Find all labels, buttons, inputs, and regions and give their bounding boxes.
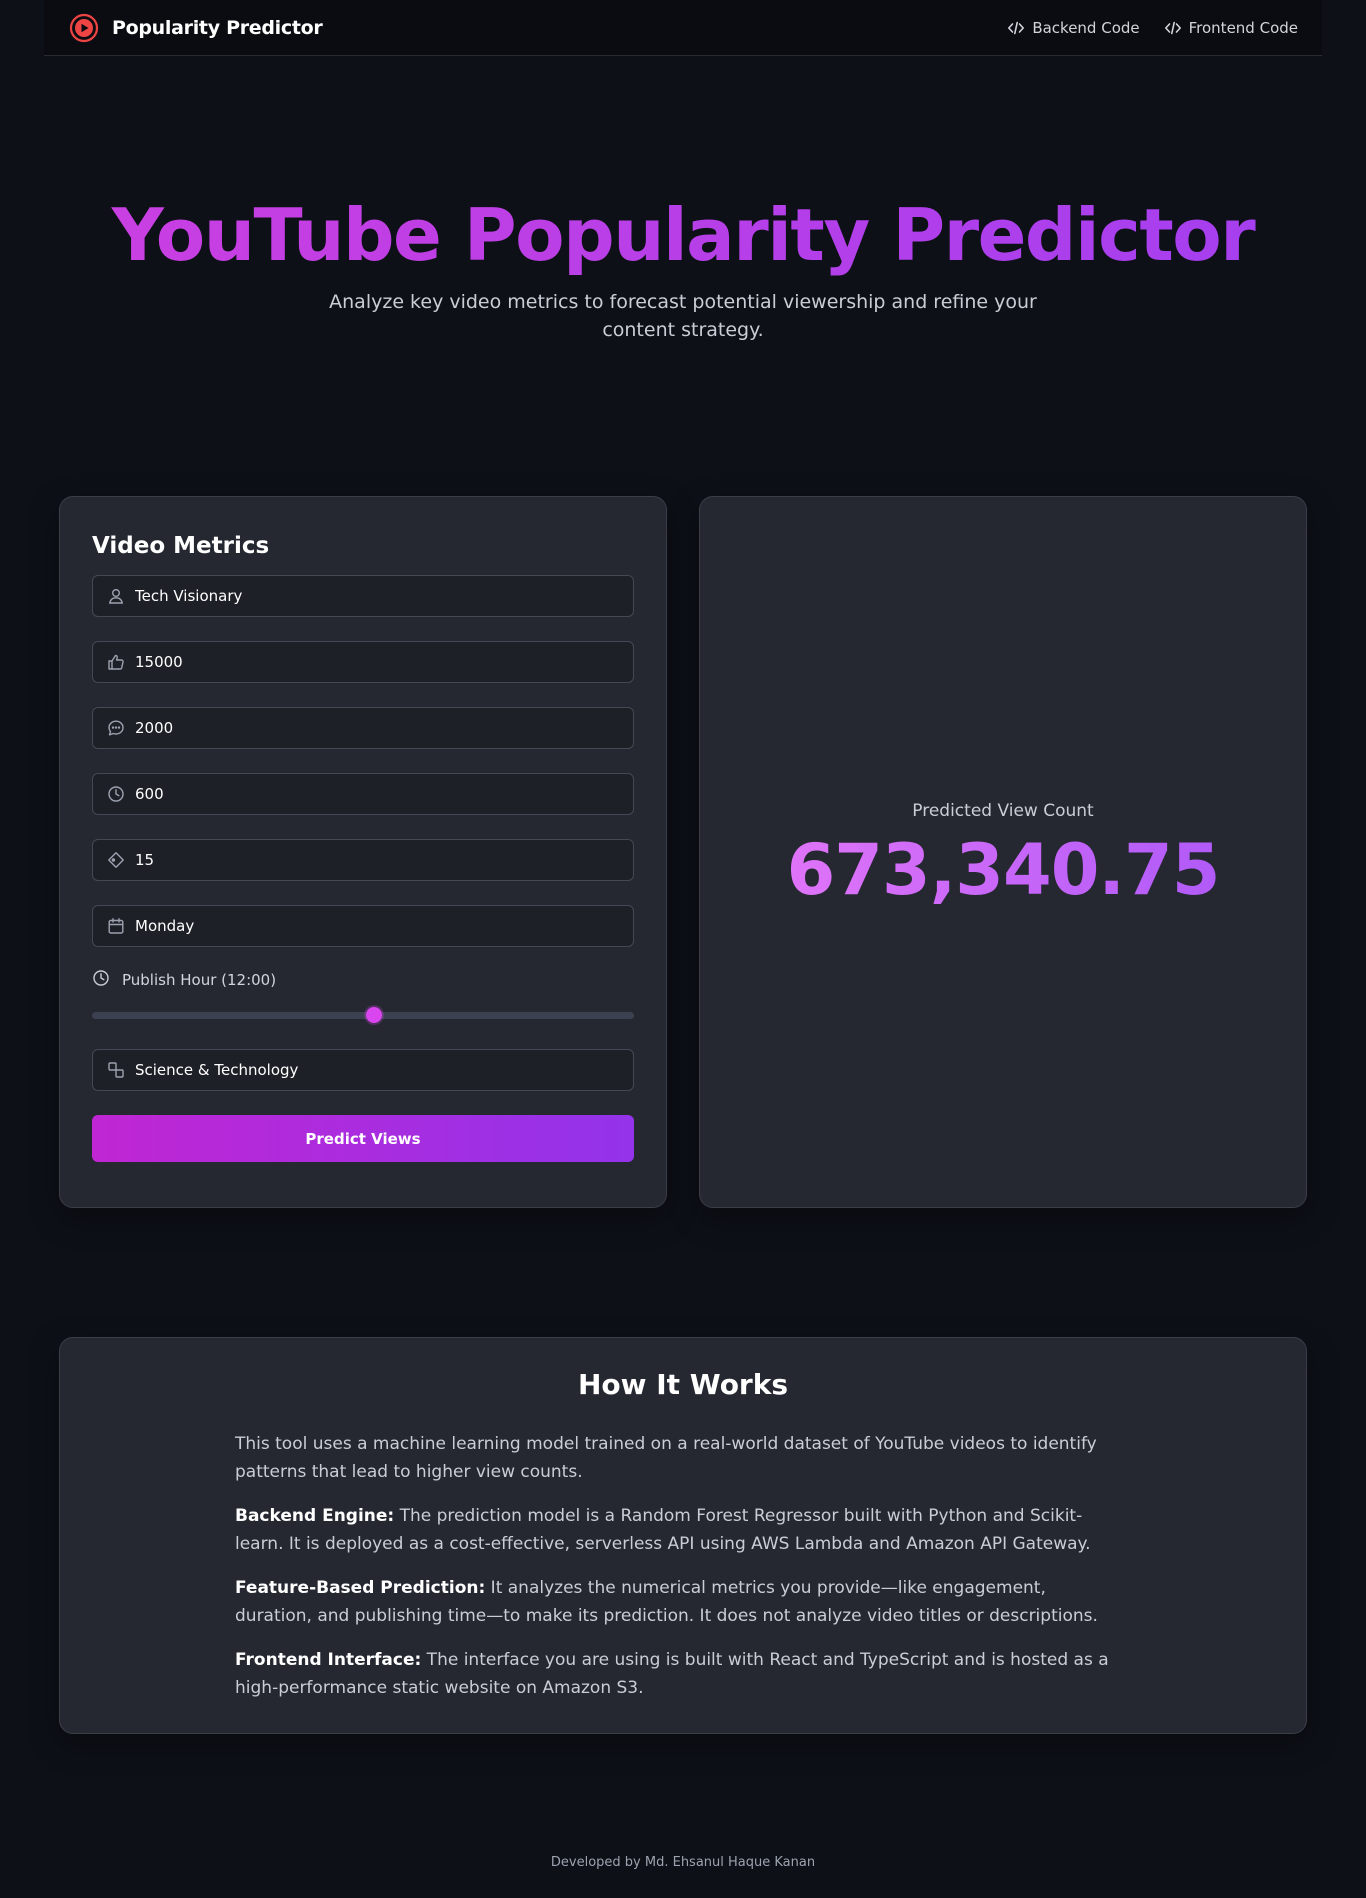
category-input[interactable] — [135, 1061, 619, 1079]
video-metrics-title: Video Metrics — [92, 533, 270, 559]
duration-field[interactable] — [92, 773, 634, 815]
slider-track[interactable] — [92, 1012, 634, 1019]
comments-input[interactable] — [135, 719, 619, 737]
how-item-features: Feature-Based Prediction: It analyzes th… — [235, 1574, 1115, 1630]
predicted-view-count-label: Predicted View Count — [912, 801, 1094, 821]
user-icon — [107, 587, 125, 605]
slider-thumb[interactable] — [366, 1007, 383, 1023]
brand[interactable]: Popularity Predictor — [68, 12, 323, 44]
predicted-view-count-value: 673,340.75 — [700, 827, 1306, 913]
how-it-works-card: How It Works This tool uses a machine le… — [59, 1337, 1307, 1734]
backend-code-link[interactable]: Backend Code — [1007, 18, 1140, 37]
tag-icon — [107, 851, 125, 869]
channel-name-input[interactable] — [135, 587, 619, 605]
category-field[interactable] — [92, 1049, 634, 1091]
calendar-icon — [107, 917, 125, 935]
how-it-works-body: This tool uses a machine learning model … — [235, 1430, 1115, 1718]
how-item-heading: Frontend Interface: — [235, 1650, 422, 1670]
predict-views-button[interactable]: Predict Views — [92, 1115, 634, 1162]
clock-icon — [92, 969, 110, 991]
hero-title: YouTube Popularity Predictor — [0, 190, 1366, 280]
how-item-heading: Feature-Based Prediction: — [235, 1578, 486, 1598]
frontend-code-label: Frontend Code — [1188, 18, 1298, 37]
likes-input[interactable] — [135, 653, 619, 671]
brand-title: Popularity Predictor — [112, 16, 323, 39]
shapes-icon — [107, 1061, 125, 1079]
how-it-works-title: How It Works — [577, 1368, 789, 1401]
backend-code-label: Backend Code — [1032, 18, 1140, 37]
code-icon — [1007, 19, 1025, 37]
hero-subtitle: Analyze key video metrics to forecast po… — [329, 291, 1037, 341]
publish-hour-slider[interactable] — [92, 1005, 634, 1025]
publish-hour-text: Publish Hour (12:00) — [122, 971, 277, 989]
tags-input[interactable] — [135, 851, 619, 869]
tags-field[interactable] — [92, 839, 634, 881]
youtube-play-icon — [68, 12, 100, 44]
hero: YouTube Popularity Predictor Analyze key… — [0, 190, 1366, 344]
prediction-result-card: Predicted View Count 673,340.75 — [699, 496, 1307, 1208]
frontend-code-link[interactable]: Frontend Code — [1164, 19, 1298, 37]
thumbs-up-icon — [107, 653, 125, 671]
footer: Developed by Md. Ehsanul Haque Kanan — [550, 1855, 816, 1870]
publish-hour-label: Publish Hour (12:00) — [92, 969, 634, 991]
how-item-backend: Backend Engine: The prediction model is … — [235, 1502, 1115, 1558]
likes-field[interactable] — [92, 641, 634, 683]
comment-icon — [107, 719, 125, 737]
duration-input[interactable] — [135, 785, 619, 803]
navbar: Popularity Predictor Backend Code Fronte… — [44, 0, 1322, 56]
code-icon — [1164, 19, 1182, 37]
how-item-heading: Backend Engine: — [235, 1506, 395, 1526]
channel-name-field[interactable] — [92, 575, 634, 617]
page: Popularity Predictor Backend Code Fronte… — [0, 0, 1366, 1898]
prediction-result: Predicted View Count 673,340.75 — [700, 801, 1306, 913]
publish-day-input[interactable] — [135, 917, 619, 935]
publish-day-field[interactable] — [92, 905, 634, 947]
how-it-works-intro: This tool uses a machine learning model … — [235, 1434, 1097, 1482]
clock-icon — [107, 785, 125, 803]
comments-field[interactable] — [92, 707, 634, 749]
how-item-frontend: Frontend Interface: The interface you ar… — [235, 1646, 1115, 1702]
video-metrics-card: Video Metrics Tech Visionary 15000 2000 … — [59, 496, 667, 1208]
nav-links: Backend Code Frontend Code — [1007, 19, 1298, 37]
